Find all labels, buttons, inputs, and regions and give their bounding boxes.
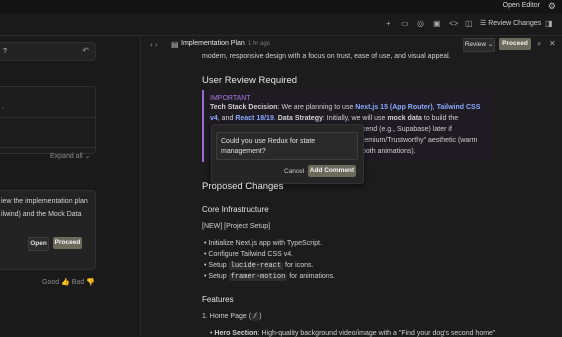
callout-line: remium/Trustworthy" aesthetic (warm xyxy=(362,137,478,144)
callout-text: , and xyxy=(217,115,236,122)
review-changes-button[interactable]: ☰ Review Changes xyxy=(480,19,541,27)
add-comment-button[interactable]: Add Comment xyxy=(308,165,356,177)
thumbs-down-icon[interactable]: 👎 xyxy=(86,279,95,286)
plan-text-line: ilwind) and the Mock Data xyxy=(1,211,82,218)
chevron-down-icon: ⌄ xyxy=(487,41,494,48)
comment-text: Could you use Redux for state management… xyxy=(221,138,316,155)
open-editor-link[interactable]: Open Editor xyxy=(503,2,540,9)
title-bar xyxy=(0,0,562,14)
list-item-text: for icons. xyxy=(283,262,314,269)
inline-code: lucide-react xyxy=(228,262,284,270)
callout-line: kend (e.g., Supabase) later if xyxy=(362,126,452,133)
subsection-heading: Features xyxy=(202,295,234,304)
gear-icon[interactable]: ⚙ xyxy=(548,1,556,12)
thought-card: . xyxy=(0,86,96,154)
list-item: • Configure Tailwind CSS v4. xyxy=(204,251,294,258)
subsection-heading: Core Infrastructure xyxy=(202,205,269,214)
section-heading: User Review Required xyxy=(202,75,298,86)
inline-code: / xyxy=(251,313,260,321)
feedback: Good 👍 Bad 👎 xyxy=(42,278,95,286)
numbered-item: 1. Home Page (/) xyxy=(202,313,262,321)
nav-arrows: ‹ › xyxy=(150,40,158,49)
callout-bold: mock data xyxy=(387,115,422,122)
document-icon: ▤ xyxy=(171,40,179,49)
open-button[interactable]: Open xyxy=(28,237,49,251)
toolbar: + ▭ ◎ ▣ <> ◫ ☰ Review Changes ◨ xyxy=(0,14,562,36)
callout-text: to build the xyxy=(421,115,459,122)
callout-line: v4, and React 18/19. Data Strategy: Init… xyxy=(210,115,458,122)
code-icon[interactable]: <> xyxy=(449,19,458,28)
list-item: • Setup framer-motion for animations. xyxy=(204,273,336,281)
message-text: ? xyxy=(3,48,7,55)
list-item-text: Setup xyxy=(208,262,229,269)
callout-bold: Tech Stack Decision xyxy=(210,104,278,111)
proceed-button[interactable]: Proceed xyxy=(53,237,82,249)
callout-highlight: Next.js 15 (App Router) xyxy=(355,104,433,111)
list-item-text: Configure Tailwind CSS v4. xyxy=(208,251,294,258)
numbered-item-text: ) xyxy=(259,313,262,320)
globe-icon[interactable]: ◎ xyxy=(417,19,424,28)
split-icon[interactable]: ◫ xyxy=(465,19,473,28)
expand-all-link[interactable]: Expand all ⌄ xyxy=(50,152,91,160)
divider xyxy=(0,147,95,148)
review-changes-label: Review Changes xyxy=(488,20,542,27)
callout-highlight: v4 xyxy=(210,115,218,122)
proceed-button[interactable]: Proceed xyxy=(499,38,531,50)
callout-label: IMPORTANT xyxy=(210,95,251,102)
bad-button[interactable]: Bad xyxy=(72,279,84,286)
review-label: Review xyxy=(464,41,487,48)
review-dropdown[interactable]: Review ⌄ xyxy=(463,38,495,52)
folder-icon[interactable]: ▭ xyxy=(401,19,409,28)
plan-card: iew the implementation plan ilwind) and … xyxy=(0,190,96,270)
doc-timestamp: 1 hr ago xyxy=(248,41,271,47)
close-icon[interactable]: ✕ xyxy=(549,39,556,48)
plan-text-line: iew the implementation plan xyxy=(1,198,88,205)
inline-code: framer-motion xyxy=(228,273,288,281)
undo-icon[interactable]: ↶ xyxy=(82,46,89,55)
good-button[interactable]: Good xyxy=(42,279,59,286)
callout-line: Tech Stack Decision: We are planning to … xyxy=(210,104,480,111)
expand-all-label: Expand all xyxy=(50,153,83,160)
agent-panel: ? ↶ . Expand all ⌄ iew the implementatio… xyxy=(0,36,141,336)
numbered-item-text: 1. Home Page ( xyxy=(202,313,252,320)
section-heading: Proposed Changes xyxy=(202,181,284,192)
list-item-text: Setup xyxy=(208,273,229,280)
thumbs-up-icon[interactable]: 👍 xyxy=(61,279,70,286)
plus-icon[interactable]: + xyxy=(386,19,391,28)
search-icon[interactable]: ⌕ xyxy=(537,39,541,49)
cancel-button[interactable]: Cancel xyxy=(284,168,304,175)
list-item: • Initialize Next.js app with TypeScript… xyxy=(204,240,322,247)
list-item-text: for animations. xyxy=(287,273,336,280)
user-message[interactable]: ? ↶ xyxy=(0,42,96,61)
callout-line: ooth animations). xyxy=(362,148,416,155)
forward-icon[interactable]: › xyxy=(155,40,158,49)
thought-text: . xyxy=(2,103,4,110)
callout-text: : We are planning to use xyxy=(277,104,356,111)
callout-text: : Initially, we will use xyxy=(322,115,388,122)
chevron-down-icon: ⌄ xyxy=(84,153,91,160)
doc-title: Implementation Plan xyxy=(181,40,245,47)
callout-highlight: React 18/19 xyxy=(235,115,274,122)
callout-highlight: Tailwind CSS xyxy=(436,104,481,111)
divider xyxy=(0,117,95,118)
callout-bold: Data Strategy xyxy=(277,115,323,122)
list-item: • Setup lucide-react for icons. xyxy=(204,262,314,270)
new-tag: [NEW] [Project Setup] xyxy=(202,223,271,230)
back-icon[interactable]: ‹ xyxy=(150,40,153,49)
panel-toggle-icon[interactable]: ◨ xyxy=(545,19,553,28)
intro-text: modern, responsive design with a focus o… xyxy=(202,53,451,60)
image-icon[interactable]: ▣ xyxy=(433,19,441,28)
list-item-text: Initialize Next.js app with TypeScript. xyxy=(208,240,322,247)
